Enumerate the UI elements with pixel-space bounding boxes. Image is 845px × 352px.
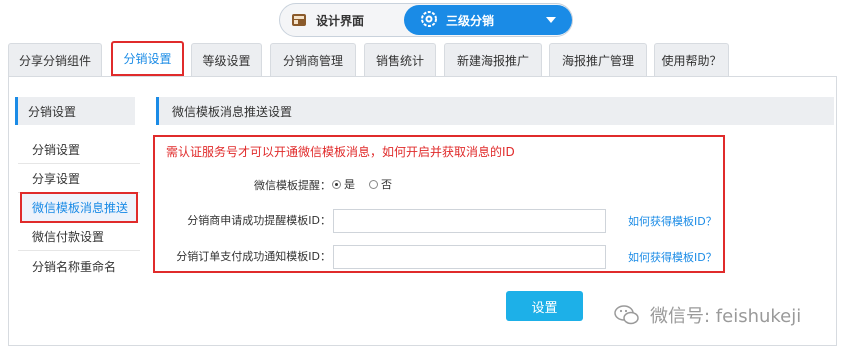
distribution-mode-toggle[interactable]: 三级分销 <box>404 5 572 35</box>
design-mode-label: 设计界面 <box>316 13 365 28</box>
tab-distribution-settings[interactable]: 分销设置 <box>111 41 184 76</box>
tab-label: 等级设置 <box>202 53 251 68</box>
tab-label: 海报推广管理 <box>561 53 634 68</box>
reminder-no-option[interactable]: 否 <box>369 176 392 192</box>
sidebar-item-rename[interactable]: 分销名称重命名 <box>18 252 140 280</box>
reminder-radio-group: 是 否 <box>332 176 402 192</box>
distribution-mode-label: 三级分销 <box>446 13 495 28</box>
sidebar-item-label: 微信付款设置 <box>32 230 105 244</box>
submit-button[interactable]: 设置 <box>506 291 583 321</box>
tab-share-component[interactable]: 分享分销组件 <box>8 43 102 76</box>
design-icon <box>290 11 308 29</box>
sidebar-item-label: 分享设置 <box>32 172 81 186</box>
tab-poster-management[interactable]: 海报推广管理 <box>549 43 647 76</box>
tab-label: 分享分销组件 <box>18 53 91 68</box>
sidebar-item-share-settings[interactable]: 分享设置 <box>18 165 140 193</box>
sidebar-item-distribution-settings[interactable]: 分销设置 <box>18 136 140 164</box>
tab-new-poster[interactable]: 新建海报推广 <box>444 43 542 76</box>
field1-help-link[interactable]: 如何获得模板ID？ <box>628 213 717 229</box>
notice-text: 需认证服务号才可以开通微信模板消息，如何开启并获取消息的ID <box>166 145 515 159</box>
field2-label: 分销订单支付成功通知模板ID： <box>176 250 331 263</box>
sidebar-item-wechat-payment[interactable]: 微信付款设置 <box>18 223 140 251</box>
reminder-label: 微信模板提醒： <box>254 179 331 192</box>
watermark-text: 微信号: feishukeji <box>650 306 802 327</box>
sidebar-item-wechat-template[interactable]: 微信模板消息推送 <box>20 192 138 223</box>
radio-yes-label: 是 <box>344 178 355 191</box>
field1-label: 分销商申请成功提醒模板ID： <box>187 214 331 227</box>
watermark: 微信号: feishukeji <box>614 302 801 328</box>
radio-no[interactable] <box>369 179 378 189</box>
sidebar-item-label: 分销名称重命名 <box>32 259 117 274</box>
tab-label: 分销设置 <box>123 52 172 66</box>
tab-level-settings[interactable]: 等级设置 <box>191 43 262 76</box>
tab-label: 销售统计 <box>375 53 424 68</box>
sidebar-header: 分销设置 <box>15 97 135 125</box>
reminder-yes-option[interactable]: 是 <box>332 176 355 192</box>
chevron-down-icon[interactable] <box>546 17 556 23</box>
tab-distributor-management[interactable]: 分销商管理 <box>270 43 356 76</box>
mode-switch: 设计界面 三级分销 <box>279 3 573 37</box>
sidebar-item-label: 分销设置 <box>32 143 81 157</box>
radio-no-label: 否 <box>381 178 392 191</box>
radio-yes[interactable] <box>332 179 341 189</box>
field2-help-link[interactable]: 如何获得模板ID？ <box>628 249 717 265</box>
tab-label: 使用帮助？ <box>661 53 722 68</box>
section-title: 微信模板消息推送设置 <box>156 97 834 125</box>
gear-icon <box>420 10 438 31</box>
apply-success-template-id-input[interactable] <box>333 209 606 233</box>
tab-sales-stats[interactable]: 销售统计 <box>364 43 436 76</box>
design-mode-toggle[interactable]: 设计界面 <box>290 4 364 36</box>
tab-label: 新建海报推广 <box>456 53 529 68</box>
order-paid-template-id-input[interactable] <box>333 245 606 269</box>
wechat-icon <box>614 305 639 325</box>
tab-help[interactable]: 使用帮助？ <box>654 43 729 76</box>
sidebar-item-label: 微信模板消息推送 <box>32 201 129 215</box>
tab-label: 分销商管理 <box>282 53 343 68</box>
